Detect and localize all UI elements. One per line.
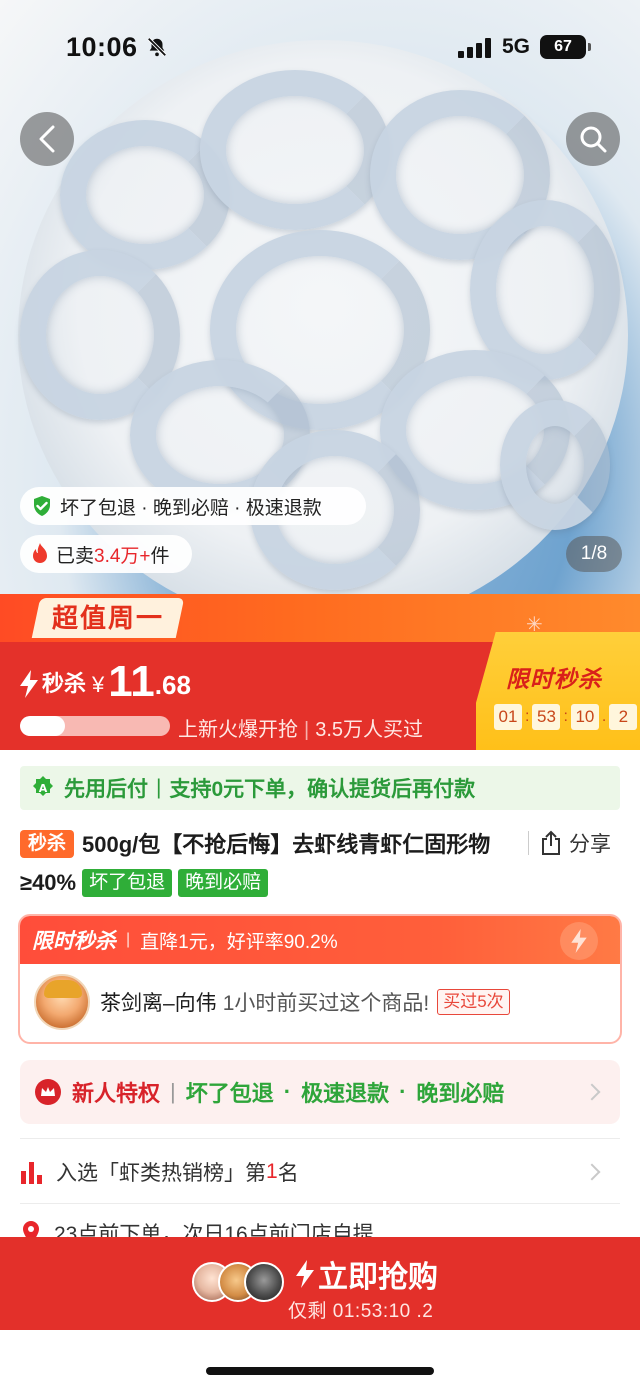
guarantee-text: 坏了包退 · 晚到必赔 · 极速退款 — [60, 497, 322, 519]
promo-tag-text: 超值周一 — [52, 603, 165, 633]
sale-progress-bar — [20, 716, 170, 736]
ranking-number: 1 — [266, 1160, 278, 1183]
avatar — [244, 1262, 284, 1302]
buyer-name: 茶剑离–向伟 — [100, 992, 217, 1015]
sale-progress-fill — [20, 716, 65, 736]
divider — [20, 1138, 620, 1139]
countdown-timer: 01 : 53 : 10 . 2 — [494, 704, 638, 730]
hot-text: 上新火爆开抢 — [178, 719, 298, 741]
search-icon — [580, 126, 607, 153]
sale-price-block: 秒杀 ¥ 11 .68 — [20, 660, 191, 704]
newcomer-item-compensation: 晚到必赔 — [416, 1081, 505, 1106]
ranking-suffix: 名 — [277, 1162, 299, 1185]
countdown-minutes: 53 — [532, 704, 561, 730]
buy-now-label: 立即抢购 — [318, 1261, 438, 1294]
flash-card-subtitle: 直降1元，好评率90.2% — [140, 931, 338, 953]
avatar — [34, 974, 90, 1030]
flash-card-header: 限时秒杀 | 直降1元，好评率90.2% — [20, 916, 620, 964]
price-decimal: .68 — [154, 670, 191, 700]
newcomer-item-return: 坏了包退 — [185, 1081, 274, 1106]
remaining-time: 仅剩 01:53:10 .2 — [288, 1301, 434, 1322]
countdown-hours: 01 — [494, 704, 522, 730]
countdown-tenths: 2 — [609, 704, 638, 730]
lightning-icon — [20, 670, 38, 698]
status-bar: 10:06 5G 67 — [0, 0, 640, 96]
sold-prefix: 已卖 — [56, 545, 95, 567]
ranking-row[interactable]: 入选「虾类热销榜」第 1 名 — [20, 1150, 620, 1194]
share-label: 分享 — [569, 833, 611, 856]
recent-buyer-avatars — [192, 1262, 284, 1304]
pay-later-banner[interactable]: A 先用后付 | 支持0元下单，确认提货后再付款 — [20, 766, 620, 810]
bought-times-badge: 买过5次 — [437, 989, 510, 1015]
network-type: 5G — [502, 35, 531, 58]
sold-suffix: 件 — [150, 545, 170, 567]
promo-tag: 超值周一 — [31, 598, 185, 638]
battery-icon: 67 — [540, 35, 591, 59]
return-tag: 坏了包退 — [82, 869, 173, 897]
buy-now-button[interactable]: 立即抢购 — [296, 1252, 438, 1296]
bell-off-icon — [147, 37, 167, 57]
flash-sale-tag: 秒杀 — [20, 830, 75, 858]
crown-icon — [34, 1078, 62, 1106]
flash-sale-card[interactable]: 限时秒杀 | 直降1元，好评率90.2% 茶剑离–向伟 1小时前买过这个商品! … — [18, 914, 622, 1044]
newcomer-privilege-row[interactable]: 新人特权 | 坏了包退 · 极速退款 · 晚到必赔 — [20, 1060, 620, 1124]
chevron-right-icon — [583, 1083, 601, 1101]
product-title-block: 秒杀 500g/包【不抢后悔】去虾线青虾仁固形物≥40% 坏了包退 晚到必赔 — [20, 826, 528, 902]
newcomer-item-refund: 极速退款 — [301, 1081, 390, 1106]
buyer-message: 1小时前买过这个商品! — [222, 992, 430, 1015]
sold-badge: 已卖 3.4万+ 件 — [20, 535, 192, 573]
search-button[interactable] — [566, 112, 620, 166]
share-icon — [539, 830, 563, 856]
chevron-right-icon — [583, 1163, 601, 1181]
status-time: 10:06 — [66, 32, 138, 62]
lightning-icon — [296, 1260, 314, 1288]
flash-card-title: 限时秒杀 — [32, 930, 116, 953]
home-indicator[interactable] — [206, 1367, 434, 1375]
late-compensation-tag: 晚到必赔 — [178, 869, 269, 897]
ranking-chart-icon — [20, 1159, 44, 1185]
home-indicator-area — [0, 1330, 640, 1388]
pay-later-title: 先用后付 — [64, 778, 148, 801]
pay-later-icon: A — [30, 775, 56, 801]
lightning-badge-icon — [560, 922, 598, 960]
chevron-left-icon — [39, 125, 55, 153]
shield-check-icon — [30, 494, 54, 518]
recent-buyer: 茶剑离–向伟 1小时前买过这个商品! 买过5次 — [20, 964, 620, 1040]
price-integer: 11 — [108, 657, 155, 706]
countdown-seconds: 10 — [570, 704, 599, 730]
gallery-page-indicator: 1/8 — [566, 536, 622, 572]
newcomer-title: 新人特权 — [72, 1081, 161, 1106]
back-button[interactable] — [20, 112, 74, 166]
buyers-text: 3.5万人买过 — [315, 719, 424, 741]
guarantee-badge[interactable]: 坏了包退 · 晚到必赔 · 极速退款 — [20, 487, 366, 525]
flame-icon — [30, 542, 50, 566]
currency-symbol: ¥ — [92, 672, 105, 697]
sale-subtext: 上新火爆开抢 | 3.5万人买过 — [178, 719, 424, 741]
sold-count: 3.4万+ — [94, 545, 151, 567]
svg-text:A: A — [39, 782, 48, 795]
signal-icon — [458, 38, 491, 58]
sale-label: 秒杀 — [42, 671, 87, 696]
shrimp-graphic — [500, 400, 610, 530]
pay-later-detail: 支持0元下单，确认提货后再付款 — [169, 778, 476, 801]
ranking-prefix: 入选「虾类热销榜」第 — [56, 1162, 266, 1185]
share-button[interactable]: 分享 — [528, 828, 611, 858]
limited-title: 限时秒杀 — [506, 666, 602, 692]
divider — [20, 1203, 620, 1204]
